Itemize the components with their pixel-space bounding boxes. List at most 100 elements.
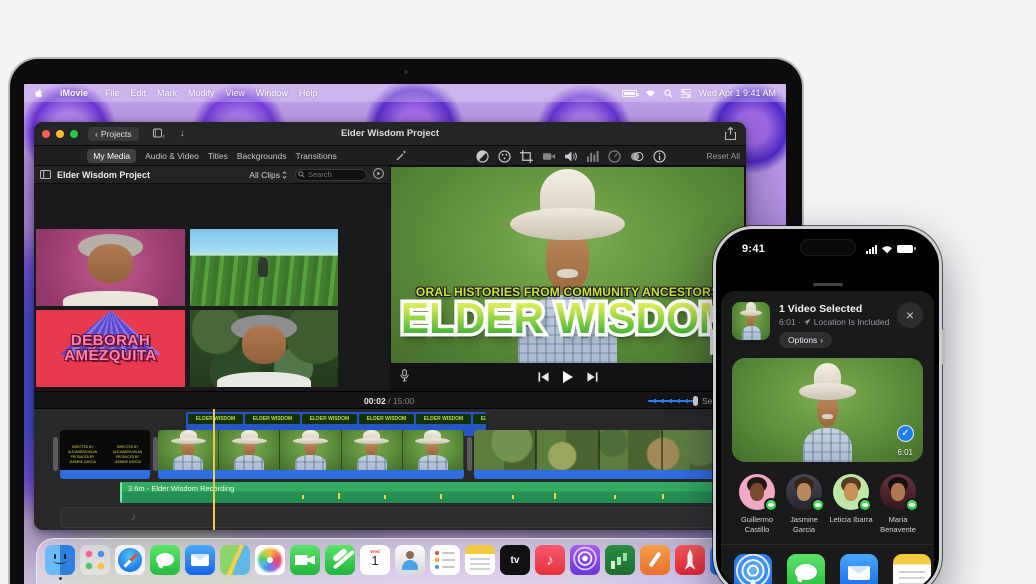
- timeline-zoom-slider[interactable]: [648, 400, 694, 402]
- dock-maps-icon[interactable]: [220, 545, 250, 575]
- dock-rocket-app-icon[interactable]: [675, 545, 705, 575]
- tab-transitions[interactable]: Transitions: [295, 151, 336, 161]
- dock-safari-icon[interactable]: [115, 545, 145, 575]
- dock-contacts-icon[interactable]: [395, 545, 425, 575]
- imovie-titlebar[interactable]: ‹Projects ♪ ↓ Elder Wisdom Project: [34, 122, 746, 146]
- color-correction-icon[interactable]: [498, 150, 511, 163]
- enhance-wand-icon[interactable]: [396, 149, 408, 164]
- share-app-notes[interactable]: Notes: [893, 554, 931, 584]
- playhead[interactable]: [213, 409, 215, 530]
- dock-tv-icon[interactable]: tv: [500, 545, 530, 575]
- filmstrip-play-icon[interactable]: [373, 168, 384, 182]
- timeline-audio-clip[interactable]: 3.6m - Elder Wisdom Recording: [120, 482, 726, 503]
- stabilization-icon[interactable]: [542, 151, 556, 162]
- dock-pages-icon[interactable]: [640, 545, 670, 575]
- clip-filter-icon[interactable]: [630, 151, 644, 162]
- viewer-video[interactable]: ORAL HISTORIES FROM COMMUNITY ANCESTORS …: [391, 167, 744, 363]
- timeline-clip-interview[interactable]: [158, 430, 464, 479]
- menu-window[interactable]: Window: [256, 88, 288, 98]
- color-balance-icon[interactable]: [476, 150, 489, 163]
- volume-down-button: [710, 329, 713, 355]
- zoom-window-button[interactable]: [70, 130, 78, 138]
- dock-reminders-icon[interactable]: [430, 545, 460, 575]
- video-preview-card[interactable]: ✓ 6:01: [732, 358, 923, 462]
- contact-jasmine[interactable]: Jasmine Garcia: [781, 474, 827, 535]
- menu-imovie[interactable]: iMovie: [54, 88, 94, 98]
- options-button[interactable]: Options›: [779, 332, 832, 348]
- notes-icon: [893, 554, 931, 584]
- media-clip-deborah-title-card[interactable]: DEBORAHAMÉZQUITA: [36, 310, 185, 387]
- sheet-grabber[interactable]: [813, 283, 843, 286]
- trim-handle[interactable]: [53, 437, 58, 471]
- close-sheet-button[interactable]: ×: [897, 302, 923, 328]
- tab-titles[interactable]: Titles: [208, 151, 228, 161]
- share-app-messages[interactable]: Messages: [787, 554, 825, 584]
- dock-launchpad-icon[interactable]: [80, 545, 110, 575]
- menu-bar-date[interactable]: Wed Apr 1 9:41 AM: [699, 88, 776, 98]
- menu-edit[interactable]: Edit: [131, 88, 147, 98]
- clip-info-icon[interactable]: [653, 150, 666, 163]
- download-arrow-icon[interactable]: ↓: [180, 128, 185, 139]
- wifi-icon[interactable]: [645, 89, 656, 98]
- contact-leticia[interactable]: Leticia Ibarra: [828, 474, 874, 535]
- next-frame-button[interactable]: [587, 372, 598, 382]
- menu-view[interactable]: View: [226, 88, 245, 98]
- search-field[interactable]: [295, 169, 367, 181]
- speed-icon[interactable]: [608, 150, 621, 163]
- previous-frame-button[interactable]: [539, 372, 550, 382]
- zoom-slider-handle[interactable]: [693, 396, 698, 406]
- contact-name: Leticia Ibarra: [829, 515, 872, 525]
- play-button[interactable]: [563, 371, 574, 383]
- tab-backgrounds[interactable]: Backgrounds: [237, 151, 287, 161]
- control-center-icon[interactable]: [681, 89, 691, 98]
- apple-logo-icon[interactable]: [34, 88, 44, 98]
- menu-modify[interactable]: Modify: [188, 88, 215, 98]
- battery-icon: [622, 90, 637, 97]
- dock-phone-icon[interactable]: [325, 545, 355, 575]
- clip-filter-dropdown[interactable]: All Clips: [249, 170, 287, 180]
- close-window-button[interactable]: [42, 130, 50, 138]
- dock-facetime-icon[interactable]: [290, 545, 320, 575]
- dock-calendar-icon[interactable]: Wed1: [360, 545, 390, 575]
- share-icon[interactable]: [725, 127, 736, 143]
- volume-up-button: [710, 305, 713, 323]
- dock-mail-icon[interactable]: [185, 545, 215, 575]
- timecode-display: 00:02 / 15:00: [364, 396, 414, 406]
- trim-handle[interactable]: [467, 437, 472, 471]
- contact-guillermo[interactable]: Guillermo Castillo: [734, 474, 780, 535]
- media-clip-elder-woman-pink[interactable]: [36, 229, 185, 306]
- back-to-projects-button[interactable]: ‹Projects: [88, 127, 139, 141]
- dock-numbers-icon[interactable]: [605, 545, 635, 575]
- crop-icon[interactable]: [520, 150, 533, 163]
- timeline-clip-garden[interactable]: [474, 430, 726, 479]
- tab-my-media[interactable]: My Media: [87, 149, 136, 163]
- search-input[interactable]: [295, 169, 367, 181]
- tab-audio-video[interactable]: Audio & Video: [145, 151, 199, 161]
- dock-photos-icon[interactable]: [255, 545, 285, 575]
- volume-icon[interactable]: [565, 151, 578, 162]
- dock-music-icon[interactable]: ♪: [535, 545, 565, 575]
- menu-file[interactable]: File: [105, 88, 120, 98]
- sidebar-toggle-icon[interactable]: [40, 170, 51, 179]
- menu-help[interactable]: Help: [299, 88, 318, 98]
- menu-mark[interactable]: Mark: [157, 88, 177, 98]
- reset-all-button[interactable]: Reset All: [706, 151, 740, 161]
- noise-eq-icon[interactable]: [587, 151, 599, 162]
- clip-filmstrip: [474, 430, 726, 470]
- dock-notes-icon[interactable]: [465, 545, 495, 575]
- share-app-airdrop[interactable]: AirDrop: [734, 554, 772, 584]
- voiceover-mic-icon[interactable]: [400, 369, 409, 385]
- selected-check-icon[interactable]: ✓: [897, 425, 914, 442]
- media-clip-farm-field[interactable]: [190, 229, 338, 306]
- share-app-mail[interactable]: Mail: [840, 554, 878, 584]
- dock-messages-icon[interactable]: [150, 545, 180, 575]
- timeline-music-placeholder[interactable]: ♪: [60, 507, 726, 528]
- media-clip-elder-woman-foliage[interactable]: [190, 310, 338, 387]
- dock-podcasts-icon[interactable]: [570, 545, 600, 575]
- dock-finder-icon[interactable]: [45, 545, 75, 575]
- timeline-clip-credits[interactable]: DIRECTED BYALEJANDRA MILAN PRODUCED BYJA…: [60, 430, 150, 479]
- minimize-window-button[interactable]: [56, 130, 64, 138]
- media-import-icon[interactable]: ♪: [153, 128, 166, 139]
- search-icon[interactable]: [664, 89, 673, 98]
- contact-maria[interactable]: Maria Benavente: [875, 474, 921, 535]
